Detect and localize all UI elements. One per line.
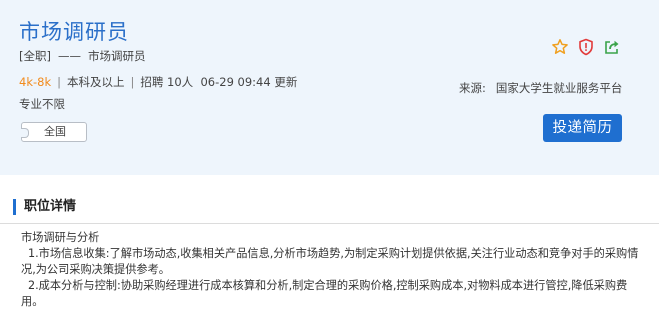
report-shield-icon[interactable] xyxy=(577,38,595,56)
section-title: 职位详情 xyxy=(13,199,76,215)
share-icon[interactable] xyxy=(603,38,621,56)
description-heading: 市场调研与分析 xyxy=(21,231,100,244)
job-source: 来源: 国家大学生就业服务平台 xyxy=(459,80,622,96)
apply-button[interactable]: 投递简历 xyxy=(543,114,622,142)
source-value: 国家大学生就业服务平台 xyxy=(495,81,623,95)
type-separator: —— xyxy=(57,49,81,63)
action-icons xyxy=(551,38,621,56)
star-icon[interactable] xyxy=(551,38,569,56)
job-header: 市场调研员 [全职] —— 市场调研员 4k-8k | 本科及以上 | 招聘 10人 06-… xyxy=(0,0,659,175)
job-category: 市场调研员 xyxy=(87,49,146,63)
description-item: 1.市场信息收集:了解市场动态,收集相关产品信息,分析市场趋势,为制定采购计划提… xyxy=(21,247,639,276)
region-tag: 全国 xyxy=(21,122,87,142)
hiring-count: 招聘 10人 xyxy=(140,75,194,89)
source-label: 来源: xyxy=(459,81,486,95)
major-requirement: 专业不限 xyxy=(19,97,65,111)
education: 本科及以上 xyxy=(66,75,125,89)
job-type-line: [全职] —— 市场调研员 xyxy=(19,47,145,65)
description-item: 2.成本分析与控制:协助采购经理进行成本核算和分析,制定合理的采购价格,控制采购… xyxy=(21,279,628,308)
meta-divider: | xyxy=(57,75,61,89)
job-meta: 4k-8k | 本科及以上 | 招聘 10人 06-29 09:44 更新 xyxy=(19,73,297,91)
salary: 4k-8k xyxy=(19,75,52,89)
update-time: 06-29 09:44 更新 xyxy=(200,75,298,89)
section-divider xyxy=(0,223,659,224)
job-type: [全职] xyxy=(19,49,51,63)
job-title: 市场调研员 xyxy=(19,20,129,44)
meta-divider: | xyxy=(130,75,135,89)
job-description: 市场调研与分析 1.市场信息收集:了解市场动态,收集相关产品信息,分析市场趋势,… xyxy=(21,230,641,310)
